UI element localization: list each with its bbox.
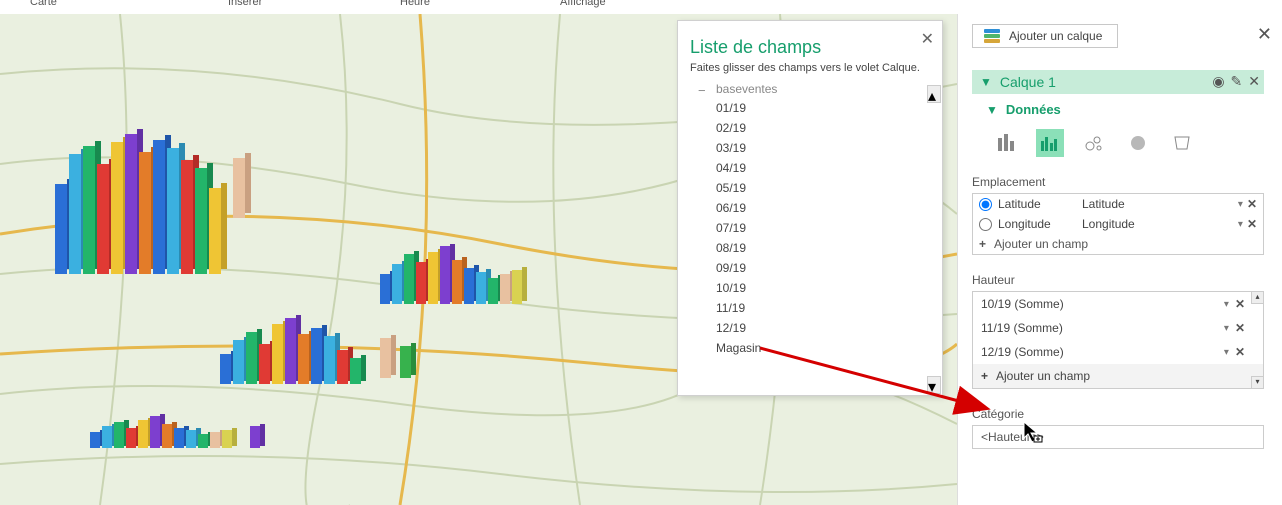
location-row: Latitude Latitude ▾ ✕ <box>973 194 1263 214</box>
field-item[interactable]: 11/19 <box>678 298 942 318</box>
delete-icon[interactable]: ✕ <box>1248 73 1260 90</box>
location-field: Longitude <box>998 217 1082 231</box>
chevron-down-icon: ▼ <box>980 75 992 89</box>
field-item[interactable]: 06/19 <box>678 198 942 218</box>
location-box: Latitude Latitude ▾ ✕ Longitude Longitud… <box>972 193 1264 255</box>
remove-icon[interactable]: ✕ <box>1235 297 1245 311</box>
category-value: <Hauteurs> <box>981 430 1044 444</box>
scroll-up-button[interactable]: ▴ <box>927 85 941 103</box>
category-box[interactable]: <Hauteurs> <box>972 425 1264 449</box>
bar-cluster-2 <box>380 244 550 314</box>
field-item[interactable]: 03/19 <box>678 138 942 158</box>
field-item[interactable]: 02/19 <box>678 118 942 138</box>
panel-close-icon[interactable]: ✕ <box>1257 24 1272 45</box>
viz-type-selector <box>992 129 1264 157</box>
menubar: Carte Insérer Heure Affichage <box>0 0 1282 14</box>
plus-icon: + <box>981 369 988 383</box>
field-item[interactable]: 07/19 <box>678 218 942 238</box>
field-list-subtitle: Faites glisser des champs vers le volet … <box>678 62 942 82</box>
eye-icon[interactable]: ◉ <box>1212 73 1224 90</box>
height-box: ▴ 10/19 (Somme) ▾ ✕ 11/19 (Somme) ▾ ✕ 12… <box>972 291 1264 389</box>
dropdown-icon[interactable]: ▾ <box>1224 323 1229 334</box>
dropdown-icon[interactable]: ▾ <box>1238 219 1243 230</box>
viz-stacked-icon[interactable] <box>992 129 1020 157</box>
viz-heat-icon[interactable] <box>1124 129 1152 157</box>
collapse-icon[interactable]: − <box>698 83 706 98</box>
viz-bubble-icon[interactable] <box>1080 129 1108 157</box>
data-section-header[interactable]: ▼ Données <box>972 102 1264 117</box>
location-radio[interactable] <box>979 198 992 211</box>
location-mapas[interactable]: Latitude <box>1082 197 1234 211</box>
data-label: Données <box>1006 102 1061 117</box>
field-item[interactable]: 08/19 <box>678 238 942 258</box>
table-node[interactable]: −baseventes <box>678 82 942 98</box>
location-mapas[interactable]: Longitude <box>1082 217 1234 231</box>
bar-cluster-3 <box>220 314 420 394</box>
field-list-panel: ✕ Liste de champs Faites glisser des cha… <box>677 20 943 396</box>
remove-icon[interactable]: ✕ <box>1247 217 1257 231</box>
pencil-icon[interactable]: ✎ <box>1231 73 1243 90</box>
location-row: Longitude Longitude ▾ ✕ <box>973 214 1263 234</box>
plus-icon: + <box>979 237 986 251</box>
field-item[interactable]: 10/19 <box>678 278 942 298</box>
scroll-down-icon[interactable]: ▾ <box>1251 376 1263 388</box>
viz-region-icon[interactable] <box>1168 129 1196 157</box>
layer-header[interactable]: ▼ Calque 1 ◉ ✎ ✕ <box>972 70 1264 94</box>
bar-cluster-1 <box>55 124 265 284</box>
remove-icon[interactable]: ✕ <box>1235 345 1245 359</box>
field-item[interactable]: 05/19 <box>678 178 942 198</box>
field-item[interactable]: 04/19 <box>678 158 942 178</box>
menu-heure[interactable]: Heure <box>400 0 430 8</box>
scroll-down-button[interactable]: ▾ <box>927 376 941 394</box>
location-radio[interactable] <box>979 218 992 231</box>
location-label: Emplacement <box>972 175 1264 189</box>
field-item[interactable]: 12/19 <box>678 318 942 338</box>
height-item[interactable]: 11/19 (Somme) ▾ ✕ <box>973 316 1263 340</box>
menu-affichage[interactable]: Affichage <box>560 0 606 8</box>
add-location-field[interactable]: + Ajouter un champ <box>973 234 1263 254</box>
field-list-title: Liste de champs <box>678 21 942 62</box>
add-layer-label: Ajouter un calque <box>1009 29 1102 43</box>
category-label: Catégorie <box>972 407 1264 421</box>
menu-carte[interactable]: Carte <box>30 0 57 8</box>
add-layer-button[interactable]: Ajouter un calque <box>972 24 1118 48</box>
remove-icon[interactable]: ✕ <box>1235 321 1245 335</box>
remove-icon[interactable]: ✕ <box>1247 197 1257 211</box>
chevron-down-icon: ▼ <box>986 103 998 117</box>
layers-icon <box>983 29 1001 43</box>
field-item[interactable]: 09/19 <box>678 258 942 278</box>
bar-cluster-4 <box>90 414 290 454</box>
field-item[interactable]: Magasin <box>678 338 942 358</box>
dropdown-icon[interactable]: ▾ <box>1238 199 1243 210</box>
location-field: Latitude <box>998 197 1082 211</box>
layer-panel: ✕ Ajouter un calque ▼ Calque 1 ◉ ✎ ✕ ▼ D… <box>957 14 1282 505</box>
height-item[interactable]: 10/19 (Somme) ▾ ✕ <box>973 292 1263 316</box>
field-item[interactable]: 01/19 <box>678 98 942 118</box>
close-icon[interactable]: ✕ <box>921 29 934 49</box>
dropdown-icon[interactable]: ▾ <box>1224 299 1229 310</box>
add-height-field[interactable]: + Ajouter un champ <box>973 364 1263 388</box>
height-label: Hauteur <box>972 273 1264 287</box>
height-item[interactable]: 12/19 (Somme) ▾ ✕ <box>973 340 1263 364</box>
viz-clustered-icon[interactable] <box>1036 129 1064 157</box>
dropdown-icon[interactable]: ▾ <box>1224 347 1229 358</box>
layer-name: Calque 1 <box>1000 74 1056 90</box>
menu-inserer[interactable]: Insérer <box>228 0 262 8</box>
